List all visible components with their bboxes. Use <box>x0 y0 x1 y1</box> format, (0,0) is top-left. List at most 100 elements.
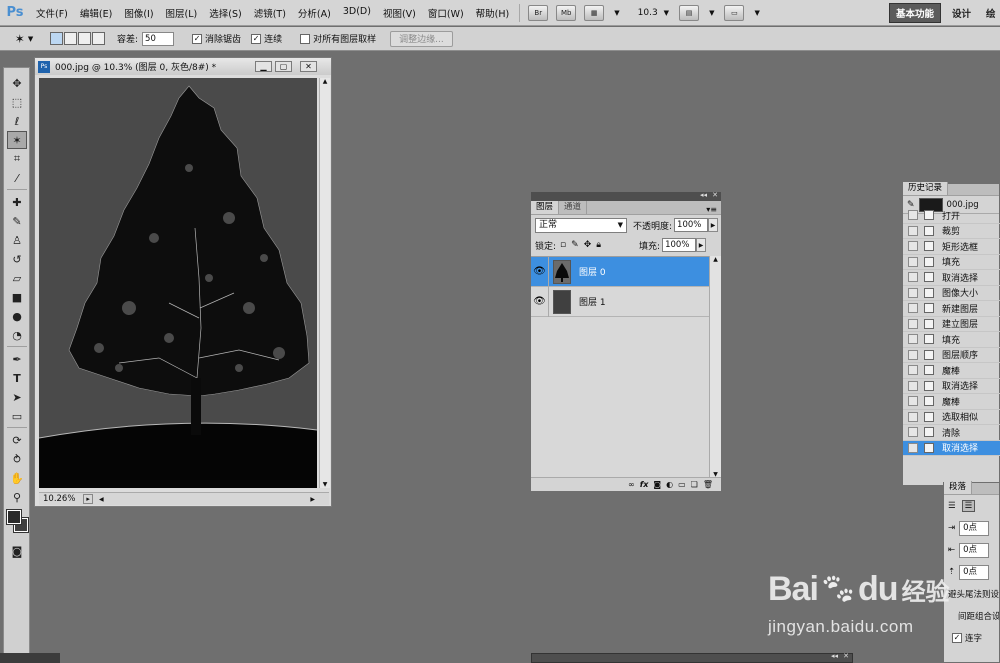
3d-orbit-tool-icon[interactable]: ⥁ <box>7 450 27 468</box>
link-icon[interactable]: ∞ <box>628 480 635 489</box>
mask-icon[interactable]: ◙ <box>653 480 661 489</box>
history-item[interactable]: 魔棒 <box>903 394 1000 410</box>
blend-mode-select[interactable]: 正常 ▼ <box>535 217 627 233</box>
folder-icon[interactable]: ▭ <box>678 480 686 489</box>
collapse-icon[interactable]: ◂◂ <box>831 652 838 660</box>
move-tool-icon[interactable]: ✥ <box>7 74 27 92</box>
arrange-documents-button[interactable]: ▤ <box>679 4 700 21</box>
3d-rotate-tool-icon[interactable]: ⟳ <box>7 431 27 449</box>
history-brush-tool-icon[interactable]: ↺ <box>7 250 27 268</box>
fx-icon[interactable]: fx <box>640 480 649 489</box>
visibility-eye-icon[interactable]: 👁︎ <box>531 286 549 317</box>
quick-mask-icon[interactable]: ◙ <box>7 542 27 560</box>
history-brush-source-checkbox[interactable] <box>908 210 918 221</box>
layer-row[interactable]: 👁︎ 图层 0 <box>531 256 709 287</box>
scroll-right-icon[interactable]: ▶ <box>310 496 315 503</box>
chevron-down-icon[interactable]: ▼ <box>664 9 669 17</box>
intersect-selection-mode[interactable] <box>92 32 105 45</box>
menu-item[interactable]: 3D(D) <box>337 6 377 20</box>
type-tool-icon[interactable]: T <box>7 369 27 387</box>
subtract-selection-mode[interactable] <box>78 32 91 45</box>
menu-item[interactable]: 图像(I) <box>118 6 159 20</box>
history-brush-source-checkbox[interactable] <box>908 427 918 438</box>
history-brush-source-checkbox[interactable] <box>908 411 918 422</box>
lock-image-icon[interactable]: ✎ <box>571 240 579 250</box>
history-brush-source-checkbox[interactable] <box>908 272 918 283</box>
healing-brush-tool-icon[interactable]: ✚ <box>7 193 27 211</box>
fill-slider-button[interactable]: ▶ <box>696 238 707 252</box>
menu-item[interactable]: 窗口(W) <box>422 6 470 20</box>
zoom-level[interactable]: 10.3 <box>638 8 658 18</box>
magic-wand-icon[interactable]: ✶ ▼ <box>6 29 42 49</box>
history-item[interactable]: 新建图层 <box>903 301 1000 317</box>
magic-wand-tool-icon[interactable]: ✶ <box>7 131 27 149</box>
brush-tool-icon[interactable]: ✎ <box>7 212 27 230</box>
history-brush-source-checkbox[interactable] <box>908 241 918 252</box>
document-zoom-level[interactable]: 10.26% <box>39 494 75 504</box>
history-brush-source-checkbox[interactable] <box>908 318 918 329</box>
menu-item[interactable]: 帮助(H) <box>470 6 516 20</box>
eyedropper-tool-icon[interactable]: ⁄ <box>7 169 27 187</box>
history-item[interactable]: 矩形选框 <box>903 239 1000 255</box>
history-item[interactable]: 图层顺序 <box>903 348 1000 363</box>
menu-item[interactable]: 分析(A) <box>292 6 337 20</box>
chevron-down-icon[interactable]: ▼ <box>709 9 714 17</box>
menu-item[interactable]: 编辑(E) <box>74 6 118 20</box>
panel-header[interactable]: ◂◂ ✕ <box>531 191 721 201</box>
align-left-icon[interactable]: ☰ <box>948 501 956 511</box>
space-before-input[interactable]: 0点 <box>959 564 990 580</box>
workspace-design[interactable]: 设计 <box>952 3 971 23</box>
contiguous-checkbox[interactable]: ✓ <box>251 33 262 44</box>
history-brush-source-checkbox[interactable] <box>908 365 918 376</box>
history-item[interactable]: 清除 <box>903 425 1000 441</box>
opacity-input[interactable]: 100% <box>674 218 709 232</box>
adjustment-icon[interactable]: ◐ <box>666 480 673 489</box>
workspace-painting[interactable]: 绘 <box>986 3 996 23</box>
layer-row[interactable]: 👁︎ 图层 1 <box>531 286 709 317</box>
history-brush-source-checkbox[interactable] <box>908 334 918 345</box>
chevron-down-icon[interactable]: ▼ <box>754 9 759 17</box>
history-item[interactable]: 取消选择 <box>903 270 1000 286</box>
lock-all-icon[interactable]: 🔒︎ <box>596 240 601 250</box>
lock-position-icon[interactable]: ✥ <box>584 240 592 250</box>
new-selection-mode[interactable] <box>50 32 63 45</box>
fill-input[interactable]: 100% <box>662 238 697 252</box>
menu-item[interactable]: 文件(F) <box>30 6 74 20</box>
new-layer-icon[interactable]: ❏ <box>691 480 698 489</box>
status-menu-icon[interactable]: ▸ <box>83 494 93 504</box>
shape-tool-icon[interactable]: ▭ <box>7 407 27 425</box>
marquee-tool-icon[interactable]: ⬚ <box>7 93 27 111</box>
history-brush-source-checkbox[interactable] <box>908 225 918 236</box>
antialias-checkbox[interactable]: ✓ <box>192 33 203 44</box>
layers-scrollbar[interactable]: ▲ ▼ <box>709 256 721 478</box>
history-item[interactable]: 建立图层 <box>903 317 1000 332</box>
mojikumi-row[interactable]: 间距组合设 <box>944 605 999 627</box>
opacity-slider-button[interactable]: ▶ <box>708 218 719 232</box>
history-item[interactable]: 打开 <box>903 208 1000 224</box>
eraser-tool-icon[interactable]: ▱ <box>7 269 27 287</box>
indent-left-input[interactable]: 0点 <box>959 520 990 536</box>
history-brush-source-checkbox[interactable] <box>908 303 918 314</box>
minimize-button[interactable]: ▁ <box>255 61 272 72</box>
image-canvas[interactable] <box>39 78 317 488</box>
history-item[interactable]: 取消选择 <box>903 379 1000 394</box>
history-brush-source-checkbox[interactable] <box>908 380 918 391</box>
history-brush-source-checkbox[interactable] <box>908 287 918 298</box>
zoom-tool-icon[interactable]: ⚲ <box>7 488 27 506</box>
document-vertical-scrollbar[interactable]: ▲ ▼ <box>319 78 330 488</box>
sample-all-layers-checkbox[interactable] <box>300 33 311 44</box>
kinsoku-row[interactable]: 避头尾法则设 <box>944 583 999 605</box>
collapse-icon[interactable]: ◂◂ <box>700 191 707 199</box>
foreground-color-swatch[interactable] <box>6 509 22 525</box>
docked-panel-strip[interactable]: ◂◂ ✕ <box>531 652 853 663</box>
clone-stamp-tool-icon[interactable]: ♙ <box>7 231 27 249</box>
pen-tool-icon[interactable]: ✒ <box>7 350 27 368</box>
bridge-button[interactable]: Br <box>528 4 549 21</box>
crop-tool-icon[interactable]: ⌗ <box>7 150 27 168</box>
lasso-tool-icon[interactable]: ℓ <box>7 112 27 130</box>
history-item[interactable]: 填充 <box>903 332 1000 348</box>
hand-tool-icon[interactable]: ✋ <box>7 469 27 487</box>
gradient-tool-icon[interactable]: ■ <box>7 288 27 306</box>
history-brush-source-checkbox[interactable] <box>908 349 918 360</box>
history-item[interactable]: 裁剪 <box>903 224 1000 239</box>
